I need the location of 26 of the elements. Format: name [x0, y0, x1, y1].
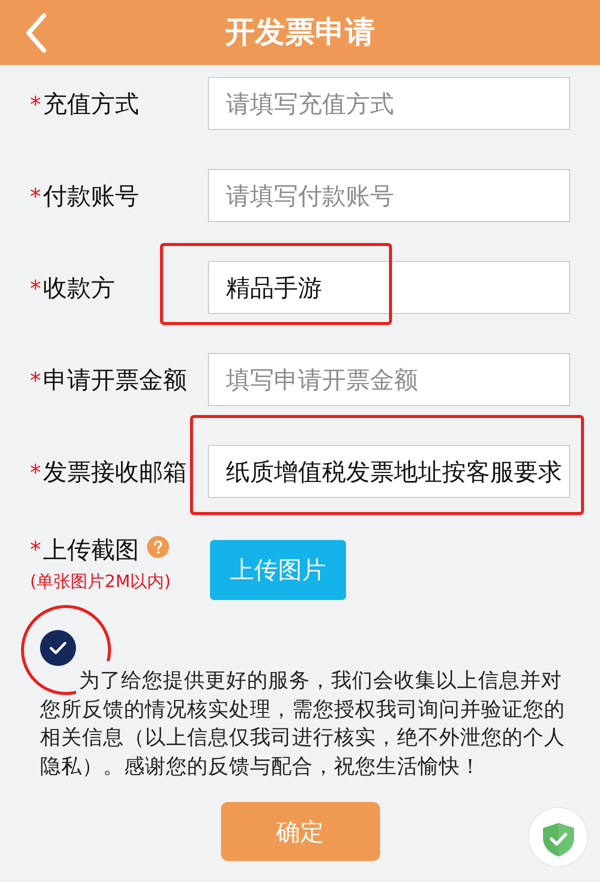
back-button[interactable]: [24, 12, 48, 54]
input-field[interactable]: 请填写付款账号: [208, 169, 570, 222]
field-label: 上传截图: [43, 535, 139, 566]
required-mark: *: [30, 276, 41, 302]
shield-icon[interactable]: [528, 807, 588, 867]
consent-text: 为了给您提供更好的服务，我们会收集以上信息并对您所反馈的情况核实处理，需您授权我司询问并验证您的相关信息（以上信息仅我司进行核实，绝不外泄您的个人隐私）。感谢您的反馈与配合，祝您生活愉快！: [40, 667, 566, 780]
input-field[interactable]: 填写申请开票金额: [208, 353, 570, 406]
field-label: 发票接收邮箱: [43, 456, 187, 488]
input-field[interactable]: 请填写充值方式: [208, 77, 570, 130]
size-hint: (单张图片2M以内): [30, 571, 172, 593]
field-label: 付款账号: [43, 180, 139, 212]
required-mark: *: [30, 184, 41, 210]
required-mark: *: [30, 460, 41, 486]
chevron-left-icon: [24, 12, 48, 54]
page-title: 开发票申请: [225, 14, 375, 52]
input-field[interactable]: 纸质增值税发票地址按客服要求: [208, 445, 570, 498]
required-mark: *: [30, 368, 41, 394]
field-label: 收款方: [43, 272, 115, 304]
field-label: 充值方式: [43, 88, 139, 120]
field-label: 申请开票金额: [43, 364, 187, 396]
required-mark: *: [30, 538, 41, 562]
required-mark: *: [30, 92, 41, 118]
input-field[interactable]: 精品手游: [208, 261, 570, 314]
check-icon: [49, 641, 67, 655]
checkbox[interactable]: [40, 630, 76, 666]
help-icon[interactable]: [147, 536, 169, 558]
